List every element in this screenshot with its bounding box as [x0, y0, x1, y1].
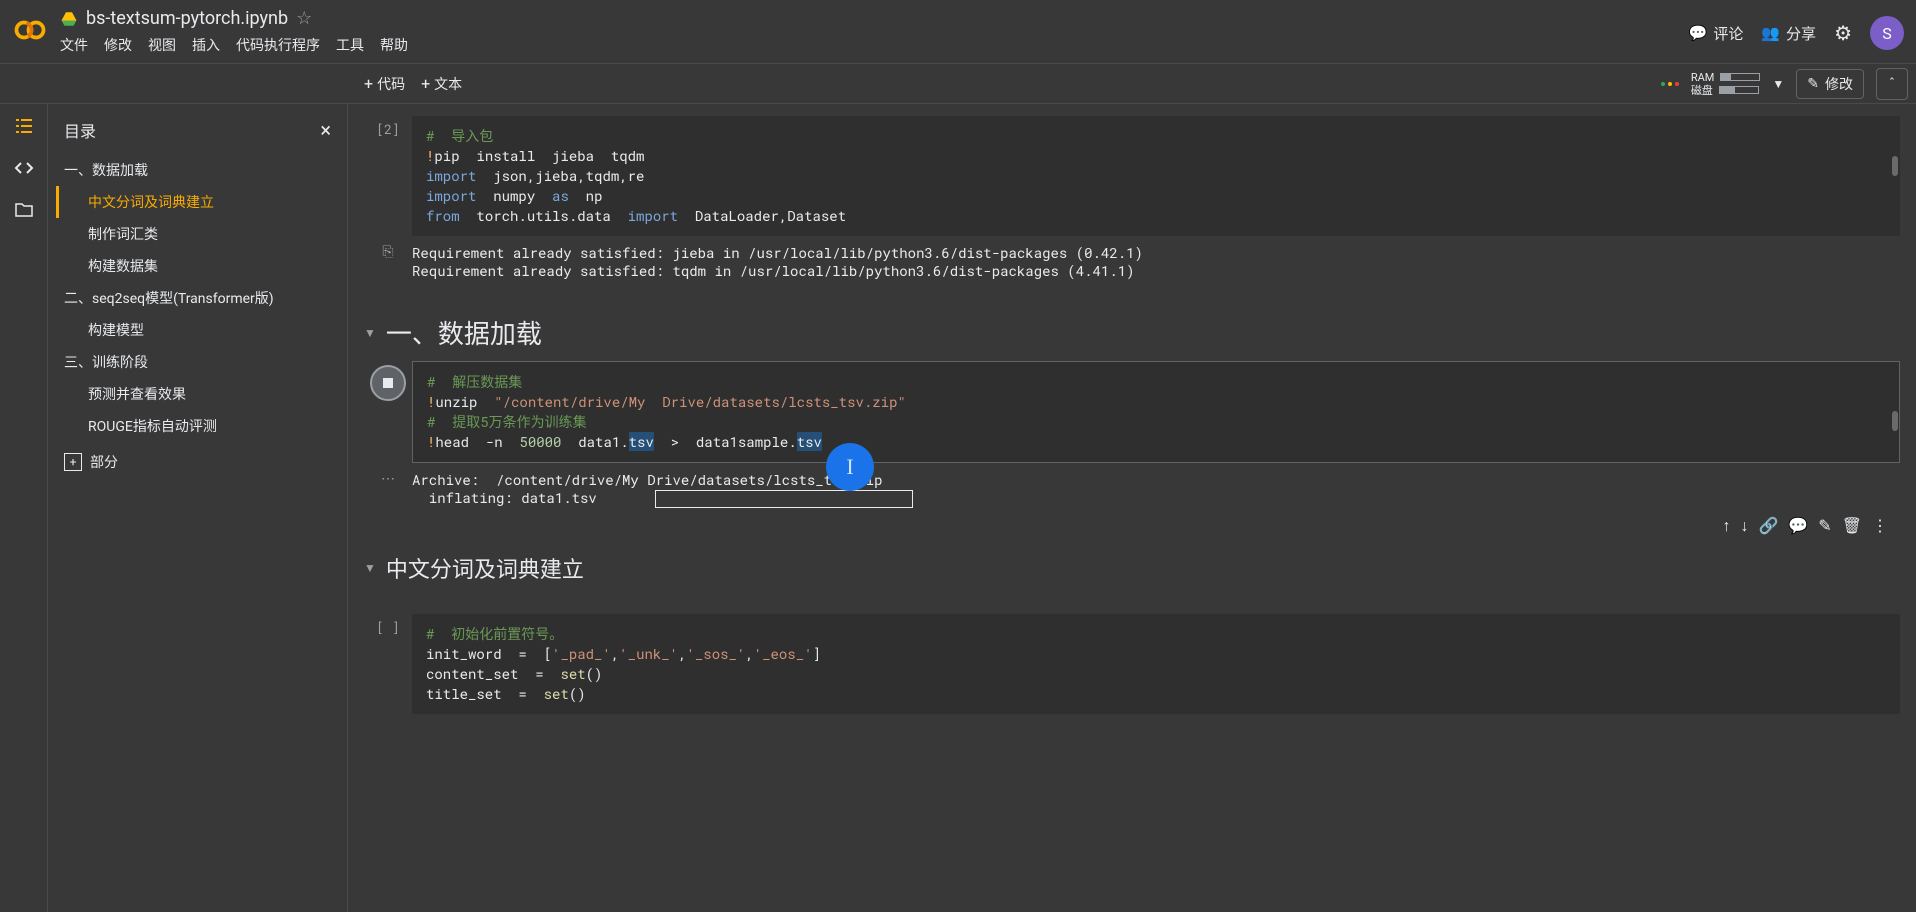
share-icon: 👥 — [1761, 24, 1780, 42]
menu-help[interactable]: 帮助 — [380, 35, 408, 55]
menu-bar: 文件 修改 视图 插入 代码执行程序 工具 帮助 — [60, 35, 1689, 55]
header: bs-textsum-pytorch.ipynb ☆ 文件 修改 视图 插入 代… — [0, 0, 1916, 64]
output-more-icon[interactable]: ⋯ — [381, 471, 395, 512]
gear-icon[interactable]: ⚙ — [1834, 21, 1852, 45]
toc-item-predict[interactable]: 预测并查看效果 — [56, 378, 339, 410]
scrollbar-indicator[interactable] — [1892, 156, 1898, 176]
scrollbar-indicator[interactable] — [1892, 411, 1898, 431]
menu-file[interactable]: 文件 — [60, 35, 88, 55]
delete-cell-icon[interactable]: 🗑 — [1842, 516, 1862, 536]
add-section-label: 部分 — [90, 452, 118, 472]
code-cell-2: # 解压数据集 !unzip "/content/drive/My Drive/… — [364, 361, 1900, 512]
add-code-button[interactable]: + 代码 — [356, 70, 413, 98]
comment-icon: 💬 — [1689, 24, 1708, 42]
drive-icon — [60, 10, 78, 28]
add-text-label: 文本 — [434, 74, 462, 94]
edit-mode-label: 修改 — [1825, 74, 1853, 94]
add-text-button[interactable]: + 文本 — [413, 70, 470, 98]
plus-icon: + — [364, 74, 373, 93]
colab-logo[interactable] — [12, 12, 52, 52]
plus-box-icon: + — [64, 453, 82, 471]
code-editor[interactable]: # 初始化前置符号。 init_word = ['_pad_','_unk_',… — [412, 614, 1900, 714]
heading-cell-1[interactable]: ▼ 一、数据加载 — [364, 304, 1900, 361]
toc-item-training[interactable]: 三、训练阶段 — [56, 346, 339, 378]
heading-cell-wrapper: ↑ ↓ 🔗 💬 ✎ 🗑 ⋮ ▼ 中文分词及词典建立 — [364, 542, 1900, 594]
code-editor[interactable]: # 解压数据集 !unzip "/content/drive/My Drive/… — [412, 361, 1900, 463]
collapse-arrow-icon[interactable]: ▼ — [364, 326, 376, 340]
pencil-icon: ✎ — [1807, 76, 1819, 92]
toc-item-seq2seq[interactable]: 二、seq2seq模型(Transformer版) — [56, 282, 339, 314]
menu-runtime[interactable]: 代码执行程序 — [236, 35, 320, 55]
code-cell-3: [ ] # 初始化前置符号。 init_word = ['_pad_','_un… — [364, 614, 1900, 714]
exec-count: [2] — [376, 120, 399, 138]
toc-item-vocab[interactable]: 制作词汇类 — [56, 218, 339, 250]
notebook-title[interactable]: bs-textsum-pytorch.ipynb — [86, 8, 288, 29]
star-icon[interactable]: ☆ — [296, 8, 312, 29]
sidebar-title: 目录 — [64, 118, 96, 142]
toolbar: + 代码 + 文本 RAM 磁盘 ▼ ✎ 修改 ˆ — [0, 64, 1916, 104]
code-cell-1: [2] # 导入包 !pip install jieba tqdm import… — [364, 116, 1900, 284]
share-label: 分享 — [1786, 23, 1816, 44]
code-snippets-icon[interactable] — [12, 156, 36, 180]
share-button[interactable]: 👥 分享 — [1761, 23, 1816, 44]
menu-edit[interactable]: 修改 — [104, 35, 132, 55]
add-section-button[interactable]: + 部分 — [56, 442, 339, 482]
avatar[interactable]: S — [1870, 16, 1904, 50]
output-text: Requirement already satisfied: jieba in … — [412, 240, 1900, 284]
code-editor[interactable]: # 导入包 !pip install jieba tqdm import jso… — [412, 116, 1900, 236]
toc-item-tokenize[interactable]: 中文分词及词典建立 — [56, 186, 339, 218]
avatar-letter: S — [1882, 24, 1892, 43]
plus-icon: + — [421, 74, 430, 93]
cell-toolbar: ↑ ↓ 🔗 💬 ✎ 🗑 ⋮ — [1718, 512, 1892, 540]
run-button[interactable] — [370, 365, 406, 401]
resource-meter[interactable]: RAM 磁盘 — [1691, 71, 1761, 97]
disk-label: 磁盘 — [1691, 84, 1713, 97]
toc-item-dataset[interactable]: 构建数据集 — [56, 250, 339, 282]
output-text: Archive: /content/drive/My Drive/dataset… — [412, 467, 1900, 512]
edit-cell-icon[interactable]: ✎ — [1818, 516, 1831, 536]
left-rail — [0, 104, 48, 912]
heading-cell-2[interactable]: ▼ 中文分词及词典建立 — [364, 542, 1900, 594]
toc-item-data-load[interactable]: 一、数据加载 — [56, 154, 339, 186]
toc-icon[interactable] — [12, 114, 36, 138]
comment-cell-icon[interactable]: 💬 — [1788, 516, 1808, 536]
menu-view[interactable]: 视图 — [148, 35, 176, 55]
sidebar: 目录 × 一、数据加载 中文分词及词典建立 制作词汇类 构建数据集 二、seq2… — [48, 104, 348, 912]
edit-mode-button[interactable]: ✎ 修改 — [1796, 69, 1864, 99]
comment-button[interactable]: 💬 评论 — [1689, 23, 1744, 44]
progress-box — [655, 490, 913, 508]
heading-text: 中文分词及词典建立 — [386, 552, 584, 584]
move-up-icon[interactable]: ↑ — [1722, 516, 1730, 536]
exec-count: [ ] — [376, 618, 399, 636]
toc-item-rouge[interactable]: ROUGE指标自动评测 — [56, 410, 339, 442]
move-down-icon[interactable]: ↓ — [1740, 516, 1748, 536]
chevron-up-icon: ˆ — [1889, 76, 1896, 92]
comment-label: 评论 — [1713, 23, 1743, 44]
collapse-arrow-icon[interactable]: ▼ — [364, 561, 376, 575]
more-icon[interactable]: ⋮ — [1872, 516, 1888, 536]
heading-text: 一、数据加载 — [386, 314, 542, 351]
menu-insert[interactable]: 插入 — [192, 35, 220, 55]
toc-item-build-model[interactable]: 构建模型 — [56, 314, 339, 346]
add-code-label: 代码 — [377, 74, 405, 94]
notebook-content[interactable]: [2] # 导入包 !pip install jieba tqdm import… — [348, 104, 1916, 912]
connection-dots — [1661, 82, 1679, 86]
resource-dropdown-icon[interactable]: ▼ — [1772, 77, 1784, 91]
output-toggle-icon[interactable]: ⎘ — [382, 244, 393, 284]
collapse-button[interactable]: ˆ — [1876, 68, 1908, 100]
files-icon[interactable] — [12, 198, 36, 222]
ram-label: RAM — [1691, 71, 1715, 84]
menu-tools[interactable]: 工具 — [336, 35, 364, 55]
link-icon[interactable]: 🔗 — [1758, 516, 1778, 536]
close-icon[interactable]: × — [320, 118, 331, 142]
